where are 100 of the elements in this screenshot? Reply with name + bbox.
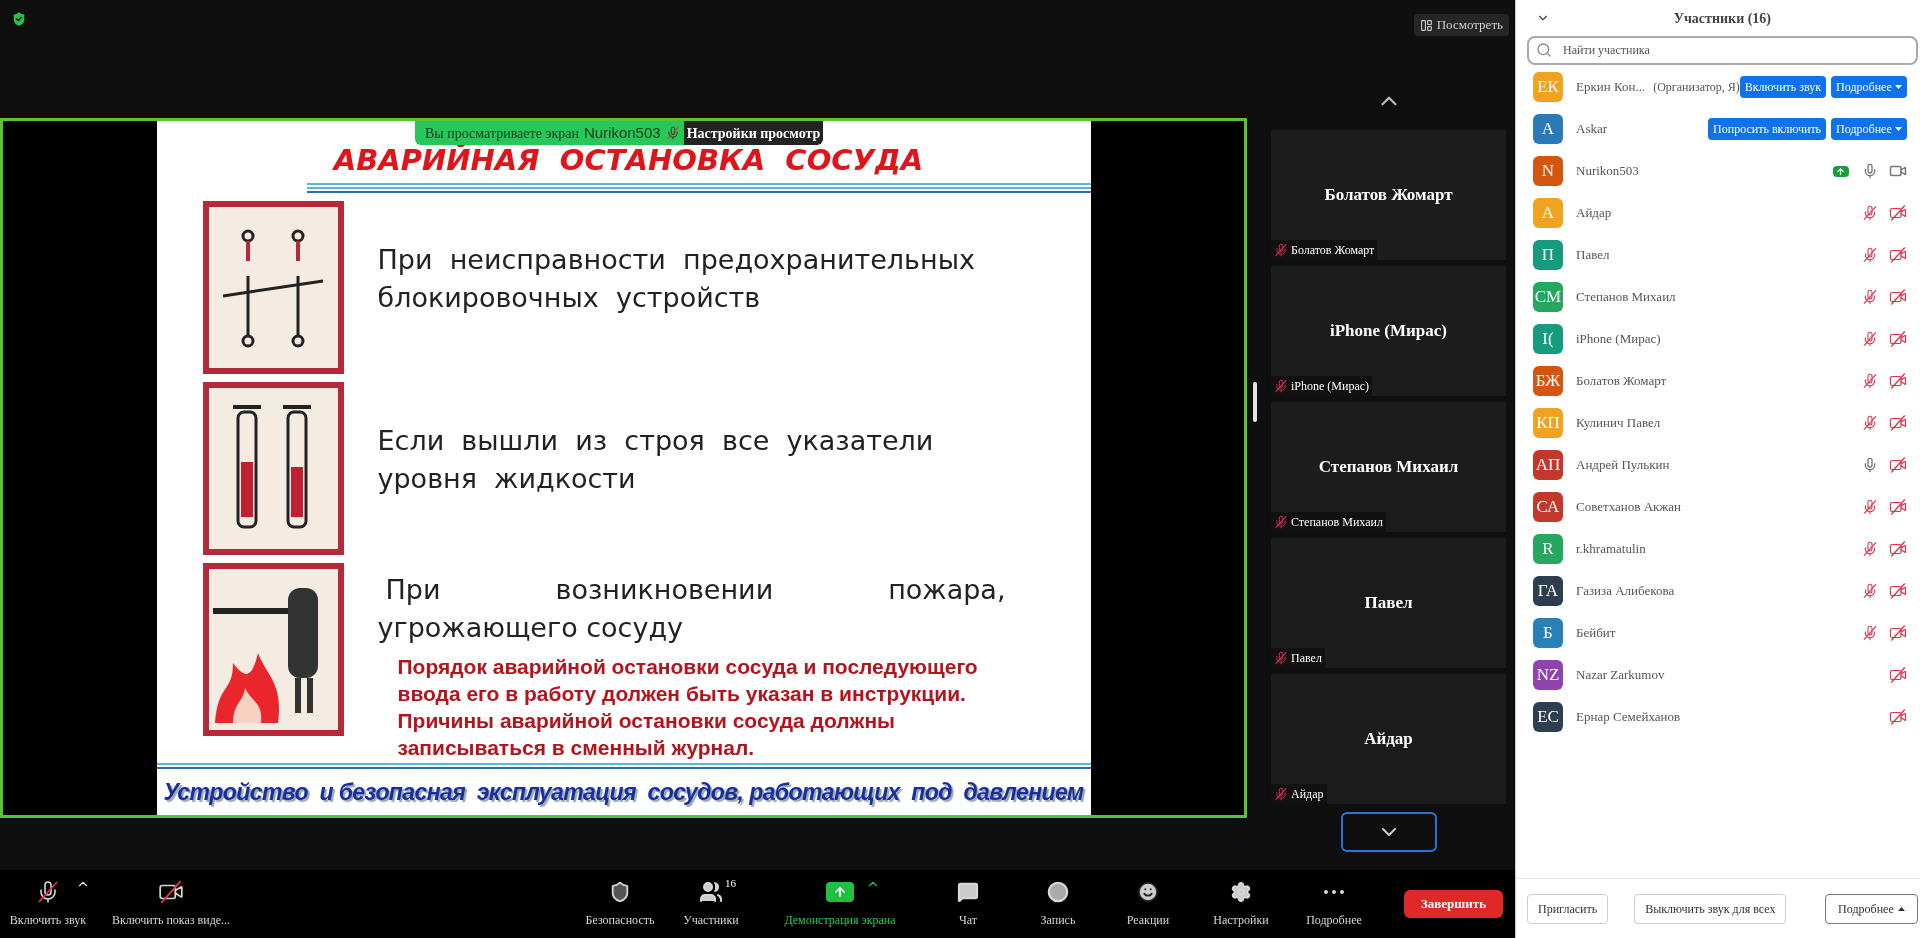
view-button[interactable]: Посмотреть <box>1413 14 1509 36</box>
participant-row[interactable]: A Askar Попросить включить Подробнее <box>1516 108 1920 150</box>
toolbar-button[interactable]: Чат <box>924 879 1012 929</box>
tile-label-text: iPhone (Мирас) <box>1291 378 1370 395</box>
participant-action-button[interactable]: Подробнее <box>1831 118 1907 140</box>
slide-text: Если вышли из строя все указатели <box>377 424 935 458</box>
participant-row[interactable]: СМ Степанов Михаил <box>1516 276 1920 318</box>
warning-text: ввода его в работу должен быть указан в инструкции. <box>397 681 967 707</box>
participant-name: Бейбит <box>1576 624 1616 643</box>
slide-text: блокировочных устройств <box>377 281 762 315</box>
presenter-name: Nurikon503 <box>583 122 661 143</box>
tile-name: Болатов Жомарт <box>1324 184 1453 207</box>
participant-name: Ернар Семейханов <box>1576 708 1681 727</box>
tile-name: Павел <box>1364 592 1413 615</box>
tile-label-text: Болатов Жомарт <box>1291 242 1375 259</box>
view-settings-button[interactable]: Настройки просмотр <box>683 121 824 145</box>
banner-text: Вы просматриваете экран <box>425 124 579 143</box>
resize-handle[interactable] <box>1252 382 1257 422</box>
video-tile[interactable]: Павел Павел <box>1271 538 1506 668</box>
avatar: R <box>1533 534 1563 564</box>
avatar: ЕК <box>1533 72 1563 102</box>
avatar: Б <box>1533 618 1563 648</box>
participant-count: 16 <box>725 876 736 891</box>
participant-name: Андрей Пулькин <box>1576 456 1670 475</box>
participant-row[interactable]: А Айдар <box>1516 192 1920 234</box>
mic-muted-icon <box>665 126 680 140</box>
participant-name: Советханов Акжан <box>1576 498 1682 517</box>
toolbar-button[interactable]: Включить звук <box>0 879 96 929</box>
avatar: П <box>1533 240 1563 270</box>
toolbar-button[interactable]: Подробнее <box>1290 879 1378 929</box>
participant-name: Степанов Михаил <box>1576 288 1676 307</box>
tile-label-text: Айдар <box>1291 786 1324 803</box>
participant-name: Nurikon503 <box>1576 162 1639 181</box>
share-screen-icon <box>826 882 854 902</box>
participant-row[interactable]: КП Кулинич Павел <box>1516 402 1920 444</box>
video-tile[interactable]: Болатов Жомарт Болатов Жомарт <box>1271 130 1506 260</box>
avatar: БЖ <box>1533 366 1563 396</box>
toolbar-button[interactable]: Запись <box>1012 879 1104 929</box>
shield-icon <box>10 10 28 28</box>
toolbar-button[interactable]: Безопасность <box>574 879 666 929</box>
participant-name: iPhone (Мирас) <box>1576 330 1661 349</box>
toolbar-button[interactable]: Реакции <box>1104 879 1192 929</box>
participant-row[interactable]: ГА Газиза Алибекова <box>1516 570 1920 612</box>
avatar: NZ <box>1533 660 1563 690</box>
participant-row[interactable]: I( iPhone (Мирас) <box>1516 318 1920 360</box>
panel-footer-button[interactable]: Выключить звук для всех <box>1634 893 1787 924</box>
participant-row[interactable]: СА Советханов Акжан <box>1516 486 1920 528</box>
caret-icon <box>1894 127 1902 131</box>
avatar: ГА <box>1533 576 1563 606</box>
avatar: ЕС <box>1533 702 1563 732</box>
scroll-down-button[interactable] <box>1340 812 1437 852</box>
tile-name: Степанов Михаил <box>1318 456 1459 479</box>
end-meeting-button[interactable]: Завершить <box>1404 890 1503 918</box>
participant-row[interactable]: ЕК Еркин Кон... (Организатор, Я) Включить звук Подробнее <box>1516 66 1920 108</box>
video-tile[interactable]: Степанов Михаил Степанов Михаил <box>1271 402 1506 532</box>
avatar: N <box>1533 156 1563 186</box>
avatar: КП <box>1533 408 1563 438</box>
participant-name: Павел <box>1576 246 1610 265</box>
more-icon <box>1324 890 1344 894</box>
participant-row[interactable]: NZ Nazar Zarkumov <box>1516 654 1920 696</box>
avatar: АП <box>1533 450 1563 480</box>
avatar: A <box>1533 114 1563 144</box>
participant-row[interactable]: БЖ Болатов Жомарт <box>1516 360 1920 402</box>
participant-row[interactable]: ЕС Ернар Семейханов <box>1516 696 1920 738</box>
participant-action-button[interactable]: Включить звук <box>1739 76 1827 98</box>
toolbar-button[interactable]: 16 Участники <box>666 879 756 929</box>
participant-name: Айдар <box>1576 204 1612 223</box>
participant-name: Болатов Жомарт <box>1576 372 1667 391</box>
slide-text: угрожающего сосуду <box>377 611 685 645</box>
panel-title: Участники (16) <box>1673 9 1772 28</box>
avatar: СА <box>1533 492 1563 522</box>
panel-footer-button[interactable]: Пригласить <box>1527 893 1609 924</box>
tile-label-text: Павел <box>1291 650 1322 667</box>
toolbar-button[interactable]: Настройки <box>1192 879 1290 929</box>
search-field[interactable]: Найти участника <box>1527 36 1918 65</box>
warning-text: Причины аварийной остановки сосуда должны <box>397 708 897 734</box>
participant-row[interactable]: Б Бейбит <box>1516 612 1920 654</box>
participant-row[interactable]: П Павел <box>1516 234 1920 276</box>
panel-footer-button[interactable]: Подробнее <box>1825 893 1918 924</box>
slide-text: уровня жидкости <box>377 462 637 496</box>
warning-text: Порядок аварийной остановки сосуда и последующего <box>397 654 979 680</box>
participant-role: (Организатор, Я) <box>1653 79 1740 96</box>
participant-row[interactable]: R r.khramatulin <box>1516 528 1920 570</box>
warning-text: записываться в сменный журнал. <box>397 735 756 761</box>
slide-text: При неисправности предохранительных <box>377 243 976 277</box>
smiley-icon <box>1137 881 1159 903</box>
toolbar-button[interactable]: Демонстрация экрана <box>756 879 924 929</box>
participant-row[interactable]: АП Андрей Пулькин <box>1516 444 1920 486</box>
participant-action-button[interactable]: Подробнее <box>1831 76 1907 98</box>
participant-action-button[interactable]: Попросить включить <box>1708 118 1827 140</box>
caret-icon <box>1894 85 1902 89</box>
slide-text: При возникновении пожара, <box>385 573 1006 607</box>
tile-label-text: Степанов Михаил <box>1291 514 1383 531</box>
video-tile[interactable]: Айдар Айдар <box>1271 674 1506 804</box>
participant-row[interactable]: N Nurikon503 <box>1516 150 1920 192</box>
video-tile[interactable]: iPhone (Мирас) iPhone (Мирас) <box>1271 266 1506 396</box>
slide-footer-text: Устройство и безопасная эксплуатация сосудов, работающих под давлением <box>163 777 1084 807</box>
caret-icon <box>1897 906 1905 911</box>
participant-name: Еркин Кон... <box>1576 78 1646 97</box>
toolbar-button[interactable]: Включить показ виде... <box>96 879 246 929</box>
